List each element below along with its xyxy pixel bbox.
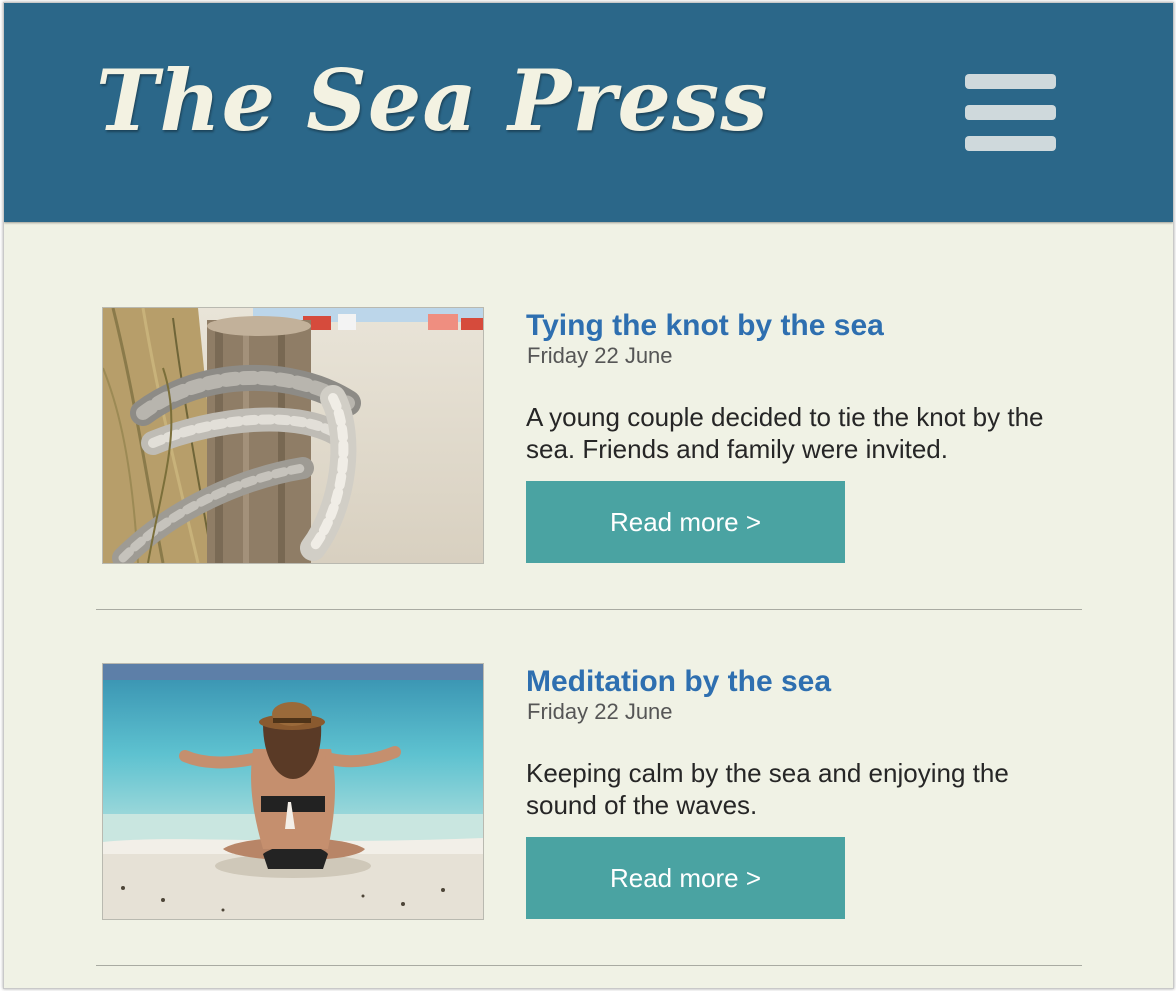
article-summary: Keeping calm by the sea and enjoying the…: [526, 758, 1009, 820]
article-date: Friday 22 June: [527, 343, 673, 368]
article-image[interactable]: [102, 307, 484, 564]
article-title[interactable]: Meditation by the sea: [526, 665, 831, 699]
article-date: Friday 22 June: [527, 699, 673, 724]
read-more-button[interactable]: Read more >: [526, 837, 845, 919]
read-more-button[interactable]: Read more >: [526, 481, 845, 563]
divider: [96, 609, 1082, 610]
meditation-beach-photo-icon: [103, 664, 483, 919]
rope-post-photo-icon: [103, 308, 483, 563]
article-summary: A young couple decided to tie the knot b…: [526, 402, 1044, 464]
article-card: Meditation by the sea Friday 22 June Kee…: [4, 3, 1173, 966]
phone-frame: The Sea Press Tying the knot by the sea …: [3, 2, 1174, 989]
article-title[interactable]: Tying the knot by the sea: [526, 309, 884, 343]
article-image[interactable]: [102, 663, 484, 920]
divider: [96, 965, 1082, 966]
